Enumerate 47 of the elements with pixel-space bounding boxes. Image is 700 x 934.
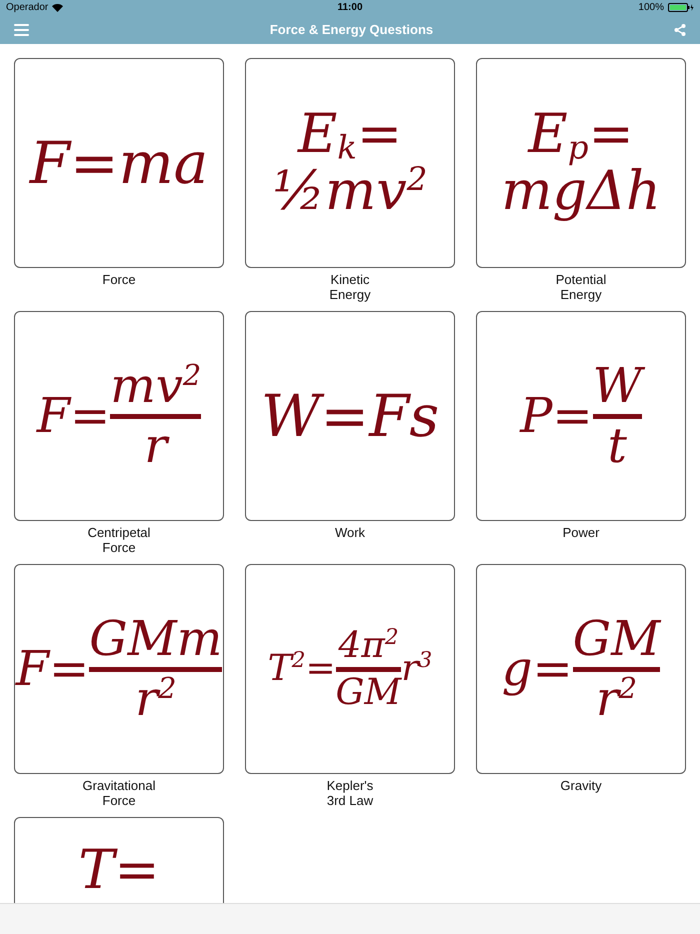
formula-card[interactable]: E$_{p}$= mgΔh	[476, 58, 686, 268]
clock: 11:00	[337, 2, 363, 13]
denominator: r	[144, 420, 168, 471]
numerator: mv$^{2}$	[110, 361, 202, 412]
formula-card[interactable]: E$_{k}$= ½mv$^{2}$	[245, 58, 455, 268]
denominator: r$^{2}$	[135, 674, 176, 724]
formula-card[interactable]: T=	[14, 817, 224, 903]
share-button[interactable]	[674, 24, 686, 36]
card-label: Gravity	[560, 778, 602, 793]
battery-icon	[668, 3, 694, 12]
menu-icon	[14, 24, 29, 36]
fraction-bar	[336, 666, 402, 672]
card-label: Work	[334, 525, 366, 540]
denominator: r$^{2}$	[596, 674, 638, 724]
card-label: Centripetal Force	[88, 525, 150, 555]
screen-title: Force & Energy Questions	[270, 22, 434, 37]
formula-text: W=Fs	[260, 386, 440, 446]
share-icon	[674, 24, 686, 36]
denominator: t	[608, 420, 627, 471]
formula-line: ½mv$^{2}$	[272, 163, 428, 220]
card-label: Kepler's 3rd Law	[326, 778, 374, 808]
formula-text: P=	[520, 390, 593, 442]
card-label: Gravitational Force	[82, 778, 156, 808]
card-label: Kinetic Energy	[329, 272, 371, 302]
formula-text: r$^{3}$	[401, 650, 432, 688]
menu-button[interactable]	[14, 24, 29, 36]
formula-text: F=ma	[30, 132, 208, 194]
numerator: GM	[572, 614, 660, 664]
formula-line: E$_{k}$=	[298, 106, 402, 163]
formula-text: F=	[16, 644, 90, 694]
numerator: GMm	[89, 614, 222, 664]
formula-text: g=	[502, 644, 573, 694]
carrier-name: Operador	[6, 2, 48, 13]
card-label: Power	[562, 525, 600, 540]
formula-line: T=	[78, 842, 160, 899]
formula-card[interactable]: W=Fs	[245, 311, 455, 521]
card-label: Force	[102, 272, 136, 287]
formula-text: T$^{2}$=	[268, 650, 336, 688]
fraction-bar	[592, 414, 642, 418]
denominator: GM	[336, 674, 402, 712]
battery-percent: 100%	[638, 2, 664, 13]
wifi-icon	[52, 4, 64, 12]
formula-card[interactable]: F=ma	[14, 58, 224, 268]
formula-line: E$_{p}$=	[528, 106, 634, 163]
formula-text: F=	[36, 390, 110, 442]
numerator: 4π$^{2}$	[338, 626, 399, 664]
card-label: Potential Energy	[556, 272, 606, 302]
